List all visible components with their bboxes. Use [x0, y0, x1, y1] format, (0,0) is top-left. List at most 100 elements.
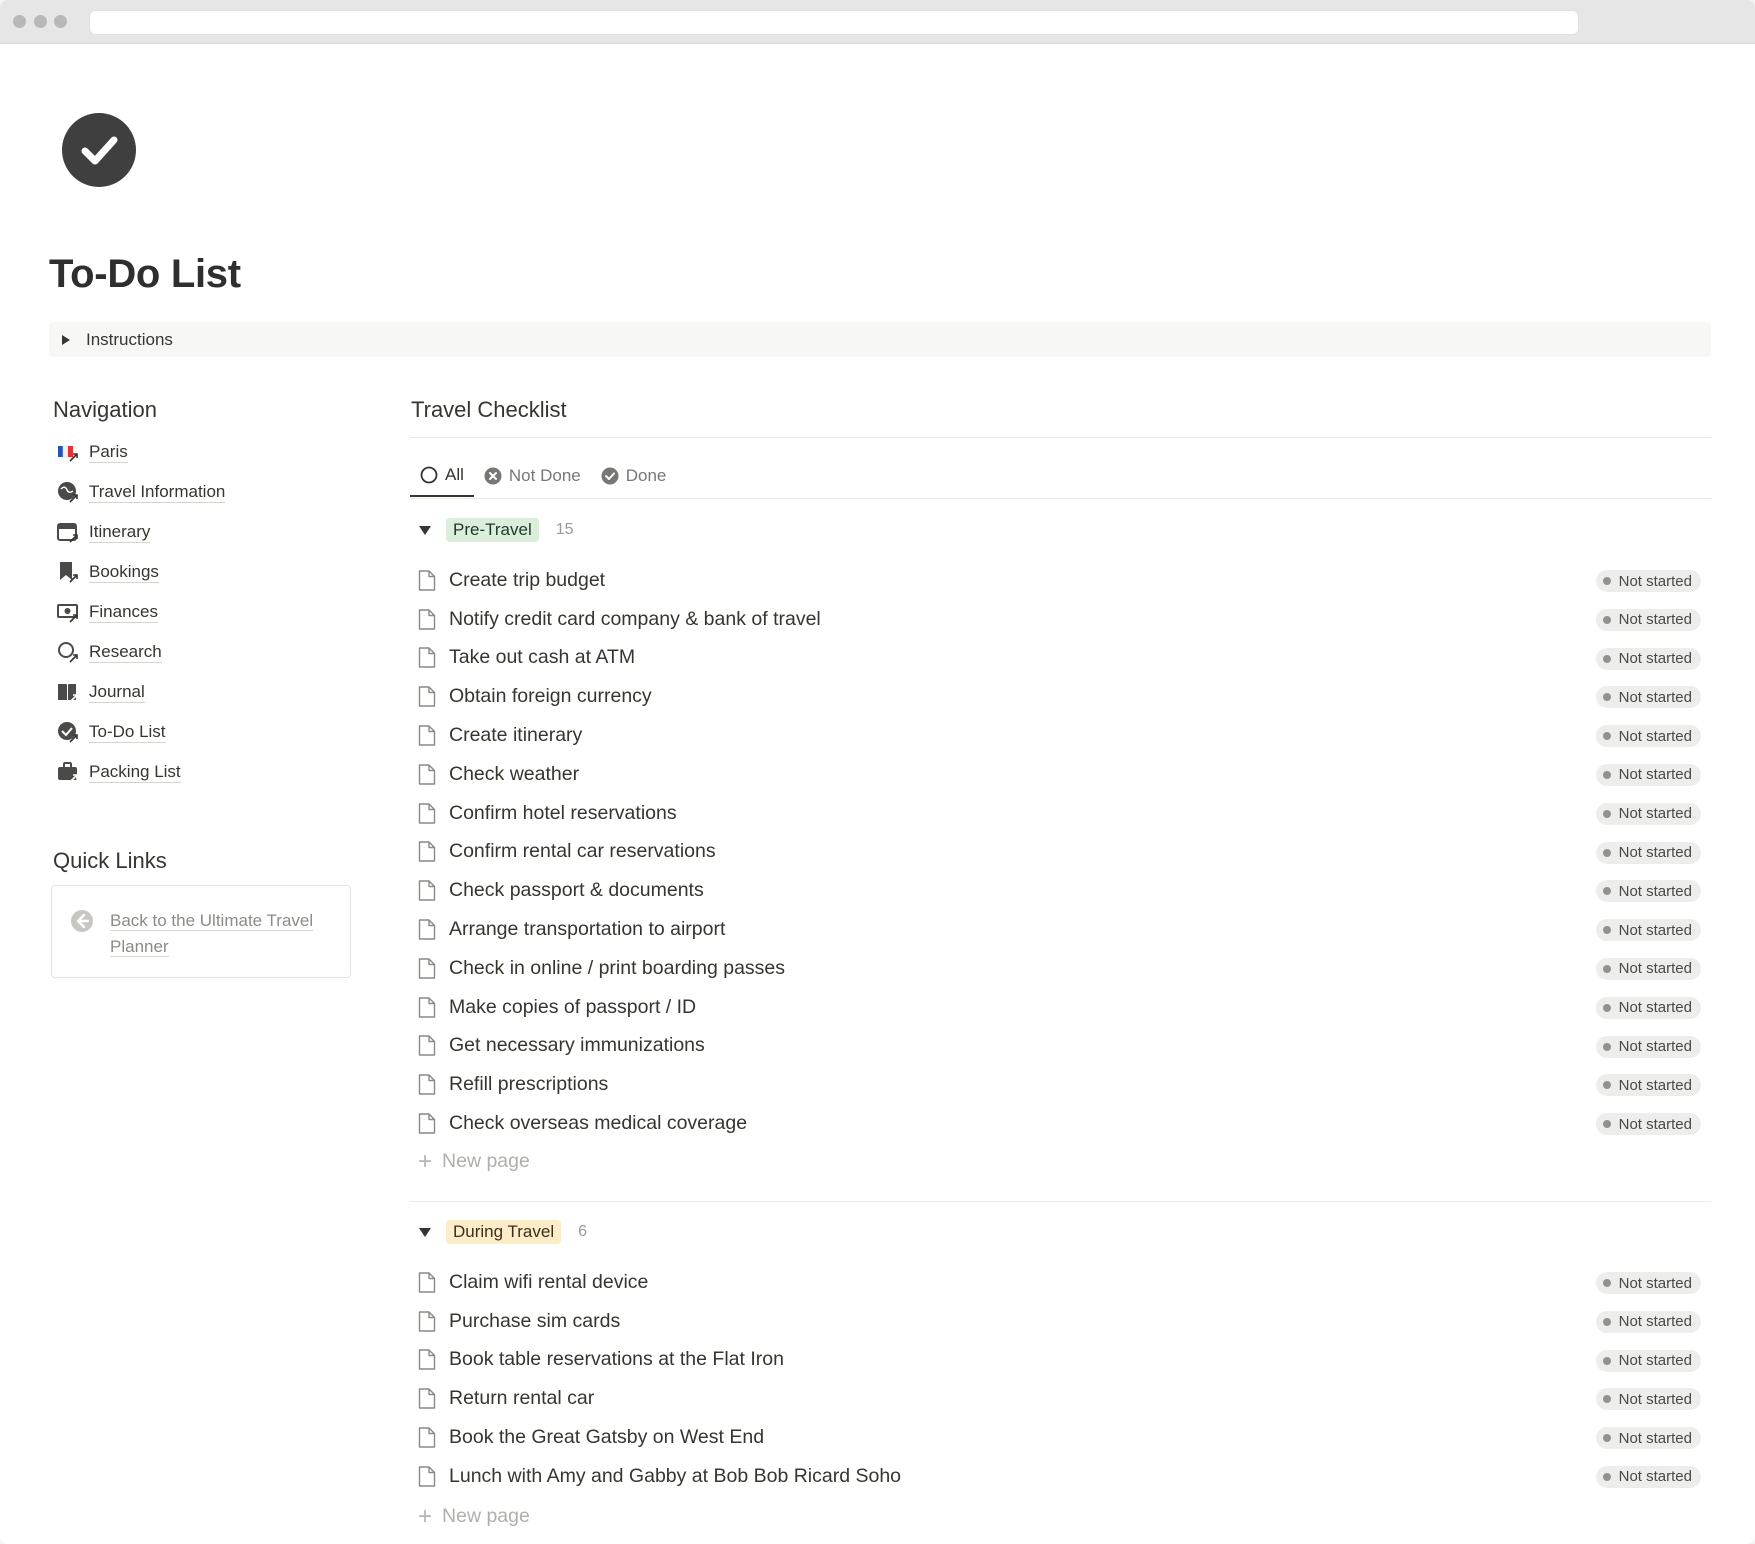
status-label: Not started [1618, 650, 1692, 668]
status-badge[interactable]: Not started [1595, 1310, 1701, 1333]
table-row[interactable]: Check in online / print boarding passes N… [410, 949, 1711, 988]
table-row[interactable]: Create itinerary Not started [410, 716, 1711, 755]
arrow-left-circle-icon [70, 909, 94, 938]
table-row[interactable]: Book table reservations at the Flat Iron… [410, 1341, 1711, 1380]
table-row[interactable]: Create trip budget Not started [410, 561, 1711, 600]
status-dot [1602, 1472, 1611, 1481]
status-badge[interactable]: Not started [1595, 996, 1701, 1019]
tab-done[interactable]: Done [591, 455, 677, 497]
status-label: Not started [1618, 1390, 1692, 1408]
table-row[interactable]: Check weather Not started [410, 755, 1711, 794]
page-icon [418, 802, 438, 824]
page-icon [418, 1349, 438, 1371]
status-badge[interactable]: Not started [1595, 1465, 1701, 1488]
database-title[interactable]: Travel Checklist [411, 397, 567, 423]
status-dot [1602, 1120, 1611, 1129]
plus-icon: + [418, 1502, 433, 1530]
status-label: Not started [1618, 921, 1692, 939]
nav-item-to-do-list[interactable]: To-Do List [56, 712, 356, 752]
quick-link-label[interactable]: Back to the Ultimate Travel Planner [110, 908, 330, 960]
table-row[interactable]: Get necessary immunizations Not started [410, 1027, 1711, 1066]
check-circle-icon[interactable] [62, 113, 136, 187]
table-row[interactable]: Take out cash at ATM Not started [410, 639, 1711, 678]
table-row[interactable]: Purchase sim cards Not started [410, 1302, 1711, 1341]
quick-link-card[interactable]: Back to the Ultimate Travel Planner [51, 885, 351, 978]
status-badge[interactable]: Not started [1595, 880, 1701, 903]
page-icon [418, 569, 438, 591]
nav-item-finances[interactable]: Finances [56, 592, 356, 632]
browser-chrome [0, 0, 1755, 44]
instructions-label: Instructions [86, 329, 173, 349]
table-row[interactable]: Lunch with Amy and Gabby at Bob Bob Rica… [410, 1457, 1711, 1496]
page-icon [418, 647, 438, 669]
table-row[interactable]: Return rental car Not started [410, 1379, 1711, 1418]
group-header-during-travel[interactable]: During Travel 6 [410, 1218, 587, 1246]
status-badge[interactable]: Not started [1595, 1035, 1701, 1058]
table-row[interactable]: Check overseas medical coverage Not start… [410, 1104, 1711, 1143]
table-row[interactable]: Arrange transportation to airport Not sta… [410, 910, 1711, 949]
nav-item-bookings[interactable]: Bookings [56, 552, 356, 592]
nav-item-packing-list[interactable]: Packing List [56, 752, 356, 792]
status-badge[interactable]: Not started [1595, 957, 1701, 980]
status-badge[interactable]: Not started [1595, 1388, 1701, 1411]
row-title: Claim wifi rental device [449, 1270, 649, 1293]
window-control-dot[interactable] [34, 15, 47, 28]
status-badge[interactable]: Not started [1595, 802, 1701, 825]
table-row[interactable]: Confirm rental car reservations Not start… [410, 833, 1711, 872]
nav-item-research[interactable]: Research [56, 632, 356, 672]
briefcase-icon [56, 760, 80, 784]
triangle-right-icon[interactable] [62, 334, 70, 345]
address-bar[interactable] [89, 10, 1579, 35]
page-title[interactable]: To-Do List [49, 252, 241, 297]
table-row[interactable]: Book the Great Gatsby on West End Not sta… [410, 1418, 1711, 1457]
status-badge[interactable]: Not started [1595, 1074, 1701, 1097]
instructions-toggle[interactable]: Instructions [49, 322, 1711, 357]
page-icon [418, 608, 438, 630]
status-label: Not started [1618, 960, 1692, 978]
table-row[interactable]: Obtain foreign currency Not started [410, 677, 1711, 716]
nav-item-journal[interactable]: Journal [56, 672, 356, 712]
window-control-dot[interactable] [54, 15, 67, 28]
group-header-pre-travel[interactable]: Pre-Travel 15 [410, 516, 574, 544]
nav-item-paris[interactable]: Paris [56, 432, 356, 472]
row-title: Create itinerary [449, 724, 583, 747]
status-dot [1602, 615, 1611, 624]
status-badge[interactable]: Not started [1595, 1427, 1701, 1450]
triangle-down-icon[interactable] [419, 1227, 431, 1237]
status-badge[interactable]: Not started [1595, 647, 1701, 670]
status-badge[interactable]: Not started [1595, 1113, 1701, 1136]
status-label: Not started [1618, 572, 1692, 590]
status-badge[interactable]: Not started [1595, 570, 1701, 592]
divider [410, 437, 1711, 438]
status-badge[interactable]: Not started [1595, 608, 1701, 631]
status-badge[interactable]: Not started [1595, 841, 1701, 864]
status-label: Not started [1618, 1115, 1692, 1133]
table-row[interactable]: Notify credit card company & bank of tra… [410, 600, 1711, 639]
nav-item-label: To-Do List [89, 721, 166, 743]
status-badge[interactable]: Not started [1595, 686, 1701, 709]
table-row[interactable]: Confirm hotel reservations Not started [410, 794, 1711, 833]
status-badge[interactable]: Not started [1595, 1349, 1701, 1372]
group-tag: Pre-Travel [446, 518, 539, 542]
tab-not-done[interactable]: Not Done [474, 455, 591, 497]
new-page-button[interactable]: + New page [418, 1149, 530, 1173]
window-control-dot[interactable] [13, 15, 26, 28]
tab-all[interactable]: All [410, 455, 474, 497]
page-icon [418, 725, 438, 747]
status-badge[interactable]: Not started [1595, 1272, 1701, 1294]
globe-icon [56, 480, 80, 504]
nav-item-itinerary[interactable]: Itinerary [56, 512, 356, 552]
table-row[interactable]: Claim wifi rental device Not started [410, 1263, 1711, 1302]
status-badge[interactable]: Not started [1595, 725, 1701, 748]
table-row[interactable]: Check passport & documents Not started [410, 871, 1711, 910]
status-badge[interactable]: Not started [1595, 919, 1701, 942]
nav-item-travel-information[interactable]: Travel Information [56, 472, 356, 512]
table-row[interactable]: Make copies of passport / ID Not started [410, 988, 1711, 1027]
triangle-down-icon[interactable] [419, 525, 431, 535]
status-label: Not started [1618, 1076, 1692, 1094]
group-count: 6 [578, 1223, 588, 1240]
check-circle-icon [56, 720, 80, 744]
table-row[interactable]: Refill prescriptions Not started [410, 1065, 1711, 1104]
new-page-button[interactable]: + New page [418, 1502, 530, 1530]
status-badge[interactable]: Not started [1595, 763, 1701, 786]
